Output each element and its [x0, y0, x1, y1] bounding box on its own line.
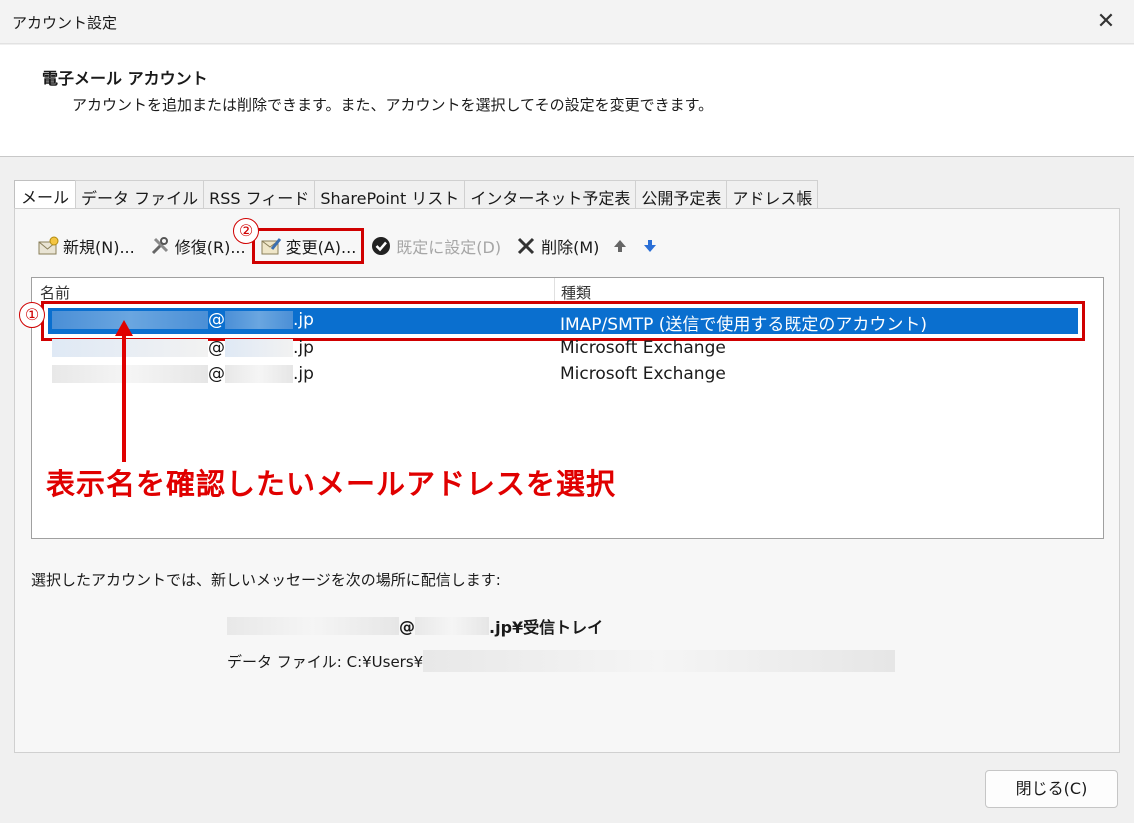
tab-rss-feeds[interactable]: RSS フィード — [203, 180, 316, 209]
header: 電子メール アカウント アカウントを追加または削除できます。また、アカウントを選… — [0, 45, 1134, 157]
account-name: @ .jp — [52, 364, 552, 384]
tab-published-calendars[interactable]: 公開予定表 — [635, 180, 728, 209]
redacted-domain — [225, 339, 293, 357]
header-description: アカウントを追加または削除できます。また、アカウントを選択してその設定を変更でき… — [72, 96, 714, 114]
delivery-folder: .jp¥受信トレイ — [489, 618, 604, 637]
delivery-at: @ — [399, 616, 415, 636]
redacted-domain — [415, 617, 489, 635]
change-account-icon — [260, 235, 282, 257]
account-type: Microsoft Exchange — [560, 364, 726, 384]
delivery-label: 選択したアカウントでは、新しいメッセージを次の場所に配信します: — [31, 571, 501, 589]
account-row[interactable]: @ .jp IMAP/SMTP (送信で使用する既定のアカウント) — [41, 301, 1085, 341]
account-list[interactable]: 名前 種類 @ .jp IMAP/SMTP (送信で使用する既定のアカウント) @… — [19, 277, 1104, 539]
tab-strip: メール データ ファイル RSS フィード SharePoint リスト インタ… — [14, 180, 819, 210]
delete-button[interactable]: 削除(M) — [511, 232, 603, 260]
data-file-prefix: データ ファイル: C:¥Users¥ — [227, 652, 424, 671]
move-down-icon[interactable] — [639, 235, 661, 257]
set-default-button-label: 既定に設定(D) — [396, 238, 502, 257]
account-row[interactable]: @ .jp Microsoft Exchange — [48, 362, 1078, 388]
new-button-label: 新規(N)... — [63, 238, 135, 257]
mail-panel: 新規(N)... 修復(R)... 変更(A)... 既定に設定(D) 削除(M… — [14, 208, 1120, 753]
header-title: 電子メール アカウント — [42, 69, 208, 88]
change-button-label: 変更(A)... — [285, 238, 357, 257]
checkmark-circle-icon — [370, 235, 392, 257]
column-header-name: 名前 — [40, 284, 71, 302]
set-default-button[interactable]: 既定に設定(D) — [366, 232, 505, 260]
close-icon[interactable]: ✕ — [1090, 6, 1122, 38]
annotation-callout: 表示名を確認したいメールアドレスを選択 — [46, 467, 617, 501]
tab-sharepoint[interactable]: SharePoint リスト — [314, 180, 466, 209]
data-file-path: データ ファイル: C:¥Users¥ — [227, 650, 896, 672]
title-bar: アカウント設定 ✕ — [0, 0, 1134, 44]
account-at: @ — [208, 364, 225, 384]
window-title: アカウント設定 — [12, 14, 118, 32]
redacted-username — [227, 617, 399, 635]
toolbar: 新規(N)... 修復(R)... 変更(A)... 既定に設定(D) 削除(M… — [33, 228, 669, 264]
repair-tools-icon — [149, 235, 171, 257]
account-row[interactable]: @ .jp Microsoft Exchange — [48, 336, 1078, 362]
account-name: @ .jp — [52, 338, 552, 358]
change-button[interactable]: 変更(A)... — [251, 228, 365, 264]
column-divider — [554, 278, 555, 302]
account-type: Microsoft Exchange — [560, 338, 726, 358]
step-badge-1: ① — [19, 302, 45, 328]
new-mail-icon — [37, 235, 59, 257]
account-domain: .jp — [293, 310, 314, 330]
account-domain: .jp — [293, 364, 314, 384]
tab-address-books[interactable]: アドレス帳 — [726, 180, 819, 209]
delivery-target: @ .jp¥受信トレイ — [227, 614, 603, 638]
account-at: @ — [208, 310, 225, 330]
redacted-domain — [225, 365, 293, 383]
delete-button-label: 削除(M) — [541, 238, 600, 257]
account-type: IMAP/SMTP (送信で使用する既定のアカウント) — [560, 315, 928, 335]
redacted-path — [423, 650, 896, 672]
move-up-icon[interactable] — [609, 235, 631, 257]
redacted-username — [52, 339, 208, 357]
new-button[interactable]: 新規(N)... — [33, 232, 139, 260]
tab-mail[interactable]: メール — [14, 180, 77, 210]
column-header-type: 種類 — [561, 284, 592, 302]
step-badge-2: ② — [233, 218, 259, 244]
close-button[interactable]: 閉じる(C) — [985, 770, 1118, 808]
account-domain: .jp — [293, 338, 314, 358]
redacted-username — [52, 365, 208, 383]
tab-data-files[interactable]: データ ファイル — [75, 180, 205, 209]
annotation-arrow — [122, 332, 126, 462]
delete-x-icon — [515, 235, 537, 257]
tab-internet-calendars[interactable]: インターネット予定表 — [464, 180, 637, 209]
account-at: @ — [208, 338, 225, 358]
redacted-domain — [225, 311, 293, 329]
